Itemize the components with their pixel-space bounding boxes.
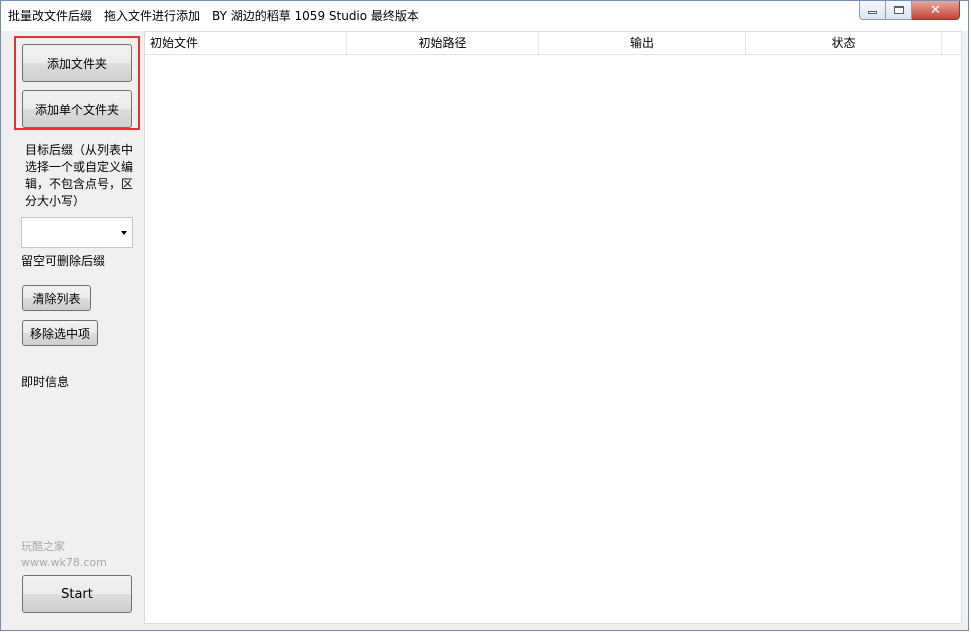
window-controls: ✕ bbox=[859, 1, 962, 21]
watermark-line1: 玩酷之家 bbox=[21, 540, 65, 553]
add-single-folder-button[interactable]: 添加单个文件夹 bbox=[22, 90, 132, 128]
watermark: 玩酷之家 www.wk78.com bbox=[21, 539, 107, 571]
column-header-output[interactable]: 输出 bbox=[539, 32, 746, 54]
file-list[interactable]: 初始文件 初始路径 输出 状态 bbox=[144, 31, 962, 624]
suffix-combo[interactable] bbox=[21, 217, 133, 248]
suffix-description: 目标后缀（从列表中选择一个或自定义编辑，不包含点号，区分大小写） bbox=[25, 143, 134, 208]
live-info-label: 即时信息 bbox=[21, 375, 70, 389]
start-button[interactable]: Start bbox=[22, 575, 132, 613]
column-header-source-file[interactable]: 初始文件 bbox=[145, 32, 347, 54]
column-header-status[interactable]: 状态 bbox=[746, 32, 942, 54]
close-icon: ✕ bbox=[930, 2, 941, 18]
chevron-down-icon bbox=[121, 231, 127, 235]
add-folder-button[interactable]: 添加文件夹 bbox=[22, 44, 132, 82]
minimize-button[interactable] bbox=[859, 1, 886, 20]
clear-list-button[interactable]: 清除列表 bbox=[22, 285, 91, 311]
column-header-filler bbox=[942, 32, 961, 54]
window-title: 批量改文件后缀 拖入文件进行添加 BY 湖边的稻草 1059 Studio 最终… bbox=[8, 9, 419, 23]
close-button[interactable]: ✕ bbox=[912, 1, 960, 20]
column-header-source-path[interactable]: 初始路径 bbox=[347, 32, 539, 54]
title-bar[interactable]: 批量改文件后缀 拖入文件进行添加 BY 湖边的稻草 1059 Studio 最终… bbox=[1, 1, 968, 31]
minimize-icon bbox=[868, 11, 877, 14]
maximize-button[interactable] bbox=[886, 1, 912, 20]
main-window: 批量改文件后缀 拖入文件进行添加 BY 湖边的稻草 1059 Studio 最终… bbox=[0, 0, 969, 631]
watermark-line2: www.wk78.com bbox=[21, 556, 107, 569]
list-header: 初始文件 初始路径 输出 状态 bbox=[145, 32, 961, 55]
remove-selected-button[interactable]: 移除选中项 bbox=[22, 320, 98, 346]
empty-suffix-hint: 留空可删除后缀 bbox=[21, 254, 106, 268]
maximize-icon bbox=[893, 6, 904, 14]
